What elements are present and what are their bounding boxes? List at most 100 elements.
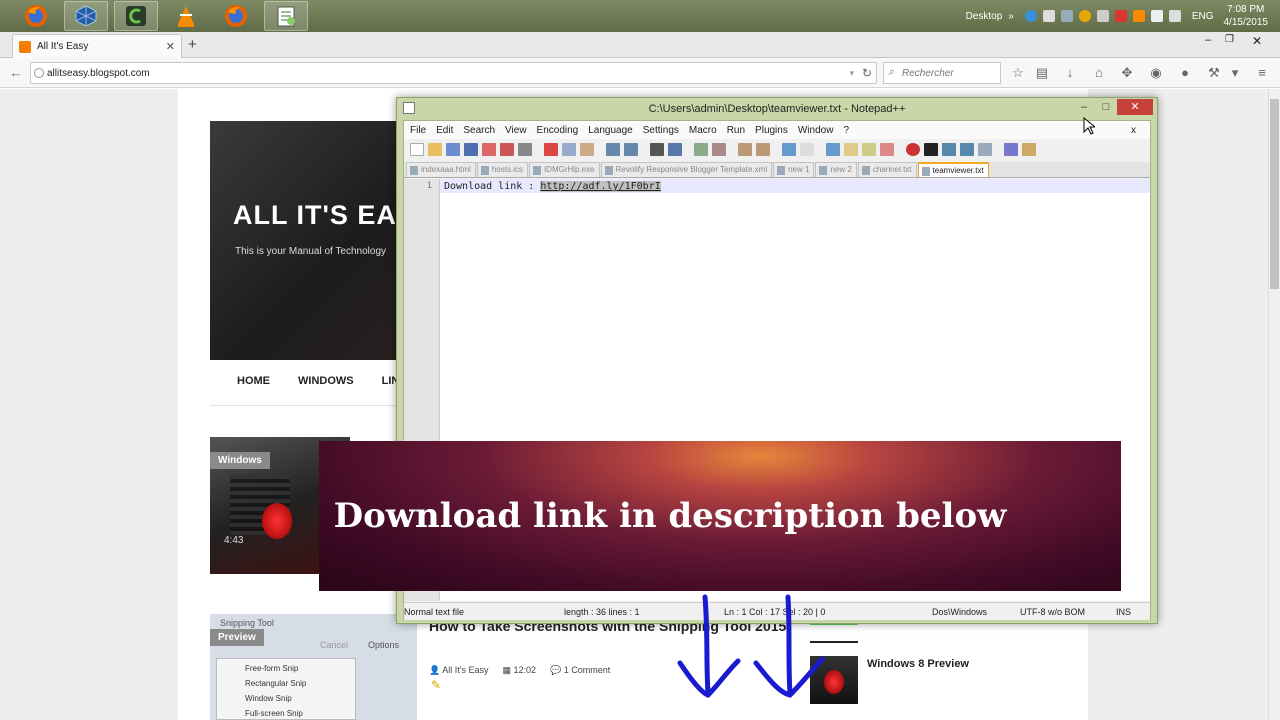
print-icon[interactable]: [518, 142, 532, 156]
close-file-icon[interactable]: [482, 142, 496, 156]
plugin-icon[interactable]: [1022, 142, 1036, 156]
edit-pencil-icon[interactable]: ✎: [431, 678, 441, 692]
new-file-icon[interactable]: [410, 142, 424, 156]
minimize-button[interactable]: –: [1073, 99, 1095, 115]
udl-icon[interactable]: [844, 142, 858, 156]
flag-icon[interactable]: [1114, 10, 1127, 22]
bookmarks-list-icon[interactable]: ▤: [1035, 66, 1049, 80]
new-tab-button[interactable]: +: [188, 36, 197, 53]
code-line[interactable]: Download link : http://adf.ly/1F0brI: [444, 181, 661, 192]
doc-tab-active[interactable]: teamviewer.txt: [917, 162, 989, 177]
browser-tab[interactable]: All It's Easy ✕: [12, 34, 182, 58]
menu-plugins[interactable]: Plugins: [753, 125, 790, 136]
device-icon[interactable]: [1096, 10, 1109, 22]
clock[interactable]: 7:08 PM 4/15/2015: [1224, 3, 1269, 29]
menu-encoding[interactable]: Encoding: [535, 125, 581, 136]
vlc-tray-icon[interactable]: [1132, 10, 1145, 22]
search-input[interactable]: ⌕ Rechercher: [883, 62, 1001, 84]
close-all-icon[interactable]: [500, 142, 514, 156]
minimize-button[interactable]: –: [1205, 34, 1211, 46]
menu-file[interactable]: File: [408, 125, 428, 136]
indent-guide-icon[interactable]: [826, 142, 840, 156]
close-doc-icon[interactable]: x: [1129, 125, 1138, 136]
vlc-icon[interactable]: [164, 1, 208, 31]
function-list-icon[interactable]: [880, 142, 894, 156]
menu-search[interactable]: Search: [461, 125, 497, 136]
sync-h-icon[interactable]: [756, 142, 770, 156]
menu-item-home[interactable]: HOME: [237, 375, 270, 387]
menu-macro[interactable]: Macro: [687, 125, 719, 136]
save-all-icon[interactable]: [464, 142, 478, 156]
post-comments[interactable]: 💬 1 Comment: [550, 665, 610, 676]
info-icon[interactable]: [1024, 10, 1037, 22]
close-button[interactable]: ✕: [1117, 99, 1153, 115]
menu-help[interactable]: ?: [841, 125, 851, 136]
close-tab-icon[interactable]: ✕: [166, 40, 175, 53]
all-chars-icon[interactable]: [800, 142, 814, 156]
post-author[interactable]: 👤 All It's Easy: [429, 665, 488, 676]
save-icon[interactable]: [446, 142, 460, 156]
zoom-in-icon[interactable]: [694, 142, 708, 156]
menu-settings[interactable]: Settings: [641, 125, 681, 136]
firefox-icon[interactable]: [14, 1, 58, 31]
page-scrollbar[interactable]: [1268, 89, 1280, 720]
doc-tab[interactable]: indexaaa.html: [406, 162, 476, 177]
menu-view[interactable]: View: [503, 125, 529, 136]
zoom-out-icon[interactable]: [712, 142, 726, 156]
menu-icon[interactable]: ≡: [1255, 66, 1269, 80]
bookmark-star-icon[interactable]: ☆: [1011, 66, 1025, 80]
restore-button[interactable]: ❐: [1225, 34, 1234, 45]
url-bar[interactable]: allitseasy.blogspot.com ▾ ↻: [30, 62, 877, 84]
notepadpp-icon[interactable]: [264, 1, 308, 31]
sync-v-icon[interactable]: [738, 142, 752, 156]
camtasia-icon[interactable]: [114, 1, 158, 31]
menu-run[interactable]: Run: [725, 125, 747, 136]
doc-tab[interactable]: new 1: [773, 162, 815, 177]
download-icon[interactable]: ↓: [1063, 66, 1077, 80]
home-icon[interactable]: ⌂: [1092, 66, 1106, 80]
tools-icon[interactable]: ⚒: [1207, 66, 1221, 80]
open-file-icon[interactable]: [428, 142, 442, 156]
menu-edit[interactable]: Edit: [434, 125, 455, 136]
signal-icon[interactable]: [1168, 10, 1181, 22]
maximize-button[interactable]: □: [1095, 99, 1117, 115]
replace-icon[interactable]: [668, 142, 682, 156]
chevron-down-icon[interactable]: ▾: [1228, 66, 1242, 80]
doc-tab[interactable]: IDMGrHlp.exe: [528, 162, 600, 177]
paste-icon[interactable]: [580, 142, 594, 156]
label-preview[interactable]: Preview: [210, 629, 264, 646]
globe-addon-icon[interactable]: ◉: [1149, 66, 1163, 80]
menu-item-windows[interactable]: WINDOWS: [298, 375, 354, 387]
shield-icon[interactable]: [1078, 10, 1091, 22]
doc-map-icon[interactable]: [862, 142, 876, 156]
menu-window[interactable]: Window: [796, 125, 836, 136]
doc-tab[interactable]: Revolify Responsive Blogger Template.xml: [600, 162, 773, 177]
scroll-thumb[interactable]: [1270, 99, 1279, 289]
play-multiple-icon[interactable]: [960, 142, 974, 156]
network-icon[interactable]: [1060, 10, 1073, 22]
doc-tab[interactable]: new 2: [815, 162, 857, 177]
reload-icon[interactable]: ↻: [862, 66, 872, 80]
doc-tab[interactable]: hosts.ics: [476, 162, 528, 177]
monitor-icon[interactable]: [1042, 10, 1055, 22]
cut-icon[interactable]: [544, 142, 558, 156]
code-link[interactable]: http://adf.ly/1F0brI: [540, 181, 661, 192]
copy-icon[interactable]: [562, 142, 576, 156]
redo-icon[interactable]: [624, 142, 638, 156]
find-icon[interactable]: [650, 142, 664, 156]
undo-icon[interactable]: [606, 142, 620, 156]
play-macro-icon[interactable]: [942, 142, 956, 156]
wrap-icon[interactable]: [782, 142, 796, 156]
sidebar-post-title[interactable]: Windows 8 Preview: [867, 658, 969, 670]
save-macro-icon[interactable]: [978, 142, 992, 156]
addon-icon[interactable]: ✥: [1120, 66, 1134, 80]
dropdown-icon[interactable]: ▾: [849, 68, 854, 79]
stop-macro-icon[interactable]: [924, 142, 938, 156]
volume-icon[interactable]: [1150, 10, 1163, 22]
doc-tab[interactable]: channel.txt: [857, 162, 917, 177]
close-window-button[interactable]: ✕: [1252, 34, 1262, 48]
menu-language[interactable]: Language: [586, 125, 635, 136]
chat-icon[interactable]: ●: [1178, 66, 1192, 80]
language-indicator[interactable]: ENG: [1192, 11, 1214, 22]
spellcheck-icon[interactable]: [1004, 142, 1018, 156]
